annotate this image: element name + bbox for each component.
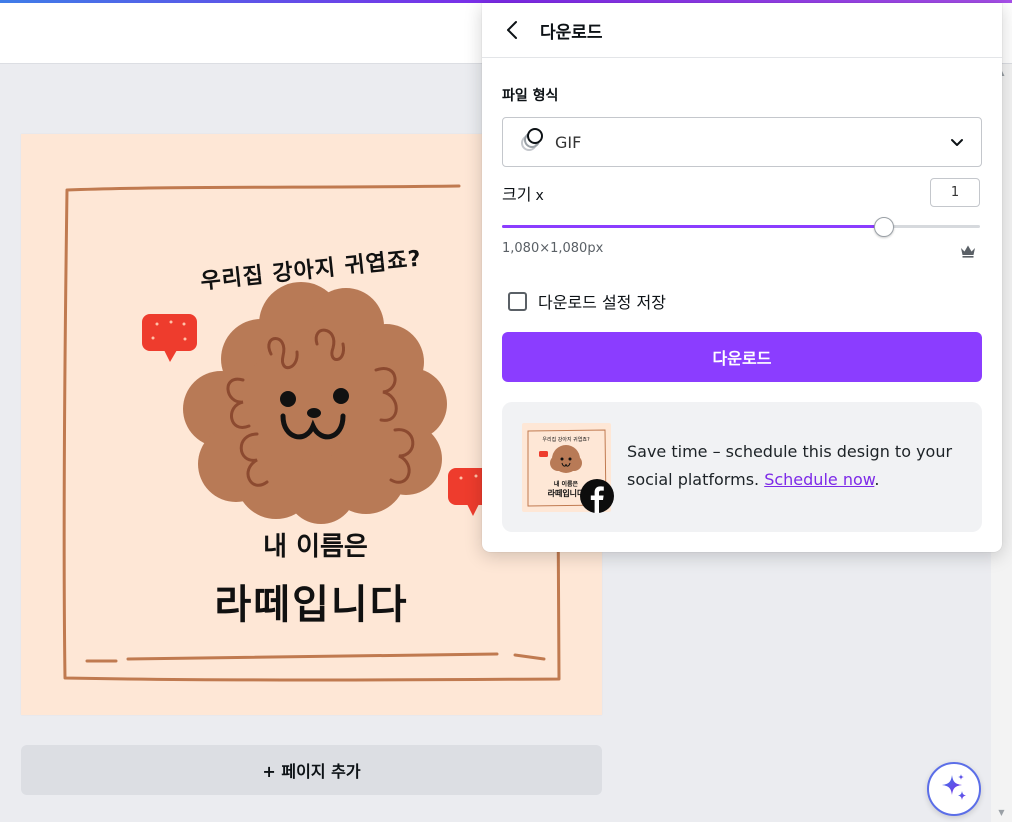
save-settings-row[interactable]: 다운로드 설정 저장 — [508, 289, 666, 313]
promo-suffix: . — [874, 470, 880, 489]
dimensions-text: 1,080×1,080px — [502, 241, 604, 256]
thumbnail-headline: 우리집 강아지 귀엽죠? — [542, 436, 590, 443]
magic-assistant-button[interactable] — [927, 762, 981, 816]
size-label-text: 크기 — [502, 185, 532, 204]
file-type-label: 파일 형식 — [502, 88, 559, 104]
design-line2: 라떼입니다 — [214, 582, 409, 628]
schedule-now-link[interactable]: Schedule now — [764, 470, 874, 489]
save-settings-checkbox[interactable] — [508, 291, 527, 311]
panel-header: 다운로드 — [482, 3, 1002, 58]
size-label: 크기 x — [502, 181, 544, 205]
size-slider[interactable] — [502, 217, 980, 237]
slider-fill — [502, 225, 885, 228]
size-multiplier-input[interactable] — [930, 178, 980, 207]
save-settings-label[interactable]: 다운로드 설정 저장 — [538, 289, 666, 313]
gif-format-icon — [519, 127, 545, 157]
dog-illustration — [183, 282, 447, 524]
download-panel: 다운로드 파일 형식 GIF 크기x 1,080×1,080px 다운로드 설정… — [482, 3, 1002, 552]
scroll-down-arrow-icon[interactable]: ▼ — [991, 806, 1012, 820]
add-page-button[interactable]: + 페이지 추가 — [21, 745, 602, 795]
chevron-down-icon — [949, 134, 965, 154]
speech-bubble-left — [142, 314, 197, 362]
thumbnail-line1: 내 이름은 — [554, 480, 579, 488]
panel-title: 다운로드 — [540, 22, 603, 43]
file-type-select[interactable]: GIF — [502, 117, 982, 167]
crown-icon — [960, 243, 976, 262]
download-button[interactable]: 다운로드 — [502, 332, 982, 382]
back-arrow-icon[interactable] — [502, 20, 522, 40]
schedule-promo-card: 우리집 강아지 귀엽죠? 내 이름은 라떼입니다 Save time – sch… — [502, 402, 982, 532]
sparkle-icon — [939, 772, 969, 806]
file-type-value: GIF — [555, 132, 582, 152]
size-multiplier-symbol: x — [535, 188, 544, 204]
promo-text: Save time – schedule this design to your… — [627, 438, 967, 494]
slider-thumb[interactable] — [874, 217, 895, 237]
facebook-icon — [580, 479, 614, 517]
